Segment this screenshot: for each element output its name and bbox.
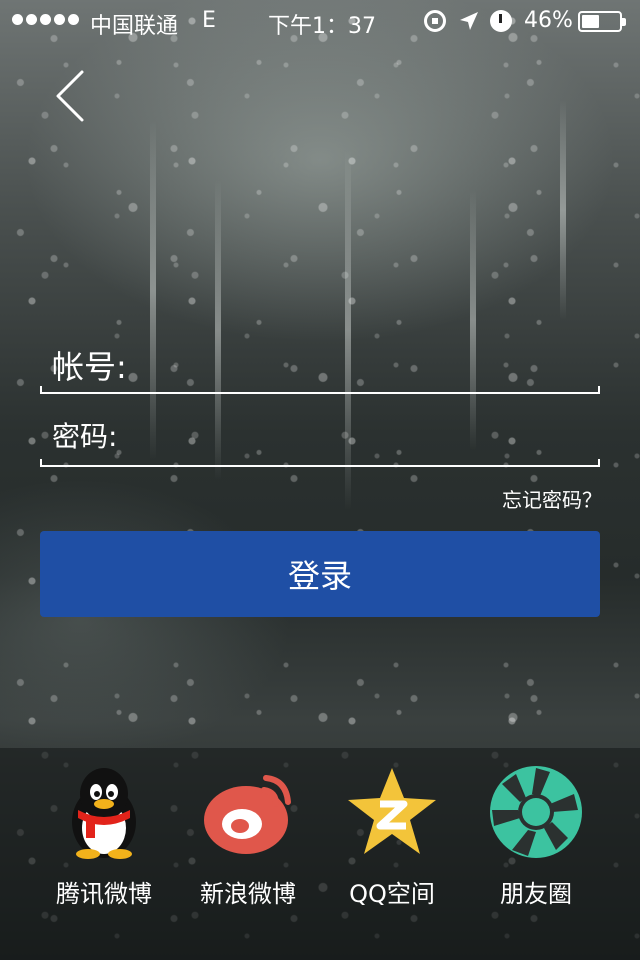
password-input[interactable] [114,413,596,457]
alarm-icon [490,10,512,32]
location-arrow-icon [460,12,478,30]
status-time: 下午1：37 [268,14,376,39]
sina-weibo-icon [204,775,291,854]
qzone-star-icon [348,768,436,854]
password-field[interactable]: 密码: [40,405,600,467]
status-bar: 中国联通 E 下午1：37 46% [0,0,640,40]
qq-penguin-icon [72,768,136,859]
back-button[interactable] [50,66,94,126]
password-underline [40,459,600,467]
rotation-lock-icon [424,10,446,32]
share-wechat-moments[interactable]: 朋友圈 [466,764,606,914]
login-button[interactable]: 登录 [40,531,600,617]
battery-fill [582,15,599,28]
battery-icon [578,11,626,32]
share-panel: 腾讯微博 新浪微博 QQ空间 朋友圈 [0,748,640,960]
share-label: 腾讯微博 [56,880,152,908]
share-label: 朋友圈 [500,880,572,908]
share-label: 新浪微博 [200,880,296,908]
share-label: QQ空间 [349,880,435,908]
account-input[interactable] [120,338,596,382]
share-tencent-weibo[interactable]: 腾讯微博 [34,764,174,914]
account-underline [40,386,600,394]
battery-percent: 46% [524,8,573,33]
chevron-left-icon [56,70,84,122]
rain-streak [560,100,566,320]
signal-dots-icon [12,14,79,25]
account-field[interactable]: 帐号: [40,330,600,394]
password-label: 密码: [52,420,118,453]
forgot-password-link[interactable]: 忘记密码？ [502,484,602,513]
account-label: 帐号: [52,348,127,386]
carrier-name: 中国联通 [90,14,179,39]
share-sina-weibo[interactable]: 新浪微博 [178,764,318,914]
wechat-moments-icon [490,766,582,858]
share-qzone[interactable]: QQ空间 [322,764,462,914]
network-type: E [202,8,216,33]
